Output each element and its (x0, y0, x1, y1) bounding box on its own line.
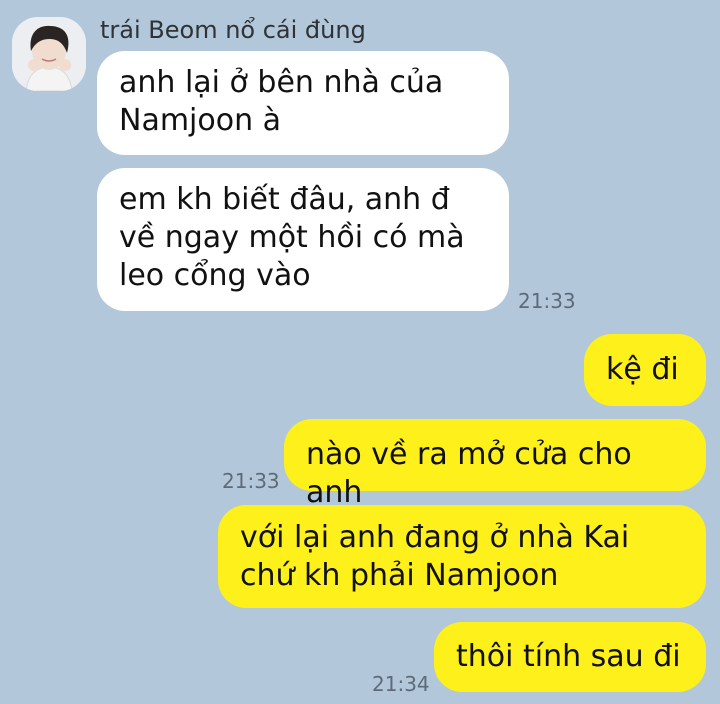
profile-photo-icon (12, 17, 86, 91)
message-bubble-incoming[interactable]: em kh biết đâu, anh đ về ngay một hồi có… (97, 168, 509, 311)
message-text: kệ đi (606, 352, 679, 387)
message-bubble-outgoing[interactable]: kệ đi (584, 334, 706, 406)
message-bubble-outgoing[interactable]: thôi tính sau đi (434, 622, 706, 692)
message-bubble-incoming[interactable]: anh lại ở bên nhà của Namjoon à (97, 51, 509, 155)
message-bubble-outgoing[interactable]: với lại anh đang ở nhà Kai chứ kh phải N… (218, 505, 706, 608)
message-text: anh lại ở bên nhà của Namjoon à (119, 65, 444, 138)
message-text: em kh biết đâu, anh đ về ngay một hồi có… (119, 182, 465, 293)
avatar[interactable] (12, 17, 86, 91)
sender-name: trái Beom nổ cái đùng (100, 16, 366, 44)
message-text: nào về ra mở cửa cho anh (306, 437, 632, 510)
message-timestamp: 21:34 (372, 672, 430, 696)
message-bubble-outgoing[interactable]: nào về ra mở cửa cho anh (284, 419, 706, 510)
message-text: thôi tính sau đi (456, 639, 681, 674)
message-text: với lại anh đang ở nhà Kai chứ kh phải N… (240, 520, 630, 593)
message-timestamp: 21:33 (518, 289, 576, 313)
message-timestamp: 21:33 (222, 469, 280, 493)
